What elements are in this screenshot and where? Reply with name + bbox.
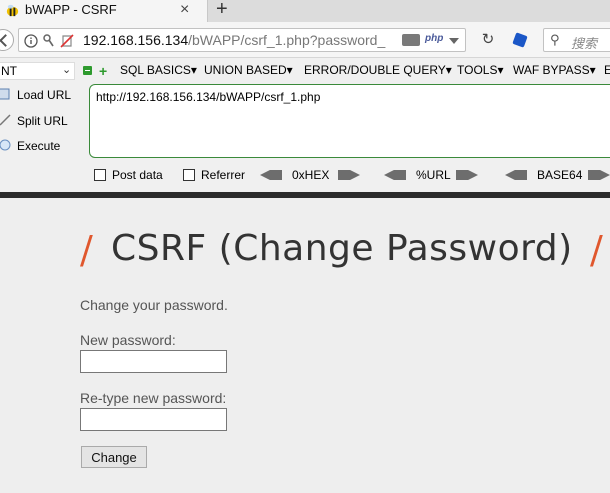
- tab-close-icon[interactable]: ×: [180, 1, 189, 19]
- checkbox-box[interactable]: [94, 169, 106, 181]
- load-url-button[interactable]: Load URL: [0, 87, 71, 102]
- post-data-label: Post data: [112, 168, 163, 182]
- menu-sql-basics[interactable]: SQL BASICS▾: [120, 63, 197, 77]
- intro-text: Change your password.: [80, 297, 228, 313]
- extension-icon[interactable]: [512, 32, 528, 48]
- page-content: / CSRF (Change Password) / Change your p…: [0, 198, 610, 493]
- new-password-label: New password:: [80, 332, 176, 348]
- hex-decode-arrow-icon[interactable]: [260, 170, 282, 180]
- hackbar-toolbar: NT ⌄ + SQL BASICS▾ UNION BASED▾ ERROR/DO…: [0, 59, 610, 192]
- menu-waf-bypass[interactable]: WAF BYPASS▾: [513, 63, 596, 77]
- title-slash-left: /: [80, 228, 93, 272]
- tab-title: bWAPP - CSRF: [25, 2, 117, 17]
- address-bar[interactable]: 192.168.156.134/bWAPP/csrf_1.php?passwor…: [18, 28, 466, 52]
- retype-password-field[interactable]: [80, 408, 227, 431]
- new-password-field[interactable]: [80, 350, 227, 373]
- title-slash-right: /: [590, 228, 603, 272]
- page-title: CSRF (Change Password): [111, 228, 573, 269]
- address-host: 192.168.156.134: [83, 32, 189, 48]
- select-value: NT: [1, 64, 17, 78]
- bee-icon: [6, 4, 19, 17]
- execute-label: Execute: [17, 139, 61, 153]
- page-icon[interactable]: [402, 34, 420, 46]
- search-placeholder: 搜索: [571, 36, 598, 51]
- referrer-checkbox[interactable]: Referrer: [183, 168, 245, 182]
- execute-icon: [0, 139, 11, 151]
- hex-label: 0xHEX: [292, 168, 330, 182]
- site-info-icon[interactable]: [23, 32, 83, 50]
- address-path: /bWAPP/csrf_1.php?password_: [188, 32, 386, 48]
- hex-encode-arrow-icon[interactable]: [338, 170, 360, 180]
- split-url-label: Split URL: [17, 114, 68, 128]
- encoding-select[interactable]: NT ⌄: [0, 62, 75, 80]
- tab-bwapp-csrf[interactable]: bWAPP - CSRF ×: [0, 0, 208, 22]
- reload-button[interactable]: ↻: [476, 28, 500, 52]
- hackbar-url-value: http://192.168.156.134/bWAPP/csrf_1.php: [96, 90, 321, 104]
- minus-icon[interactable]: [83, 66, 92, 75]
- url-label: %URL: [416, 168, 451, 182]
- back-button[interactable]: [0, 29, 14, 51]
- navigation-bar: 192.168.156.134/bWAPP/csrf_1.php?passwor…: [0, 22, 610, 58]
- execute-button[interactable]: Execute: [0, 138, 60, 153]
- base64-label: BASE64: [537, 168, 583, 182]
- menu-tools[interactable]: TOOLS▾: [457, 63, 503, 77]
- menu-union-based[interactable]: UNION BASED▾: [204, 63, 293, 77]
- plus-icon[interactable]: +: [99, 63, 107, 79]
- load-url-label: Load URL: [17, 88, 72, 102]
- chevron-down-icon: ⌄: [62, 64, 72, 76]
- menu-error-double-query[interactable]: ERROR/DOUBLE QUERY▾: [304, 63, 452, 77]
- url-decode-arrow-icon[interactable]: [384, 170, 406, 180]
- search-input[interactable]: ⚲ 搜索: [543, 28, 610, 52]
- load-url-icon: [0, 88, 10, 100]
- referrer-label: Referrer: [201, 168, 246, 182]
- php-icon[interactable]: php: [425, 33, 443, 44]
- dropdown-icon[interactable]: [449, 38, 459, 44]
- post-data-checkbox[interactable]: Post data: [94, 168, 163, 182]
- split-url-icon: [0, 114, 11, 126]
- address-text: 192.168.156.134/bWAPP/csrf_1.php?passwor…: [83, 32, 385, 48]
- base64-decode-arrow-icon[interactable]: [505, 170, 527, 180]
- search-icon: ⚲: [550, 32, 560, 47]
- base64-encode-arrow-icon[interactable]: [588, 170, 610, 180]
- retype-password-label: Re-type new password:: [80, 390, 227, 406]
- change-button[interactable]: Change: [81, 446, 147, 468]
- hackbar-url-textarea[interactable]: http://192.168.156.134/bWAPP/csrf_1.php: [89, 84, 610, 158]
- menu-more[interactable]: E: [604, 63, 610, 77]
- checkbox-box[interactable]: [183, 169, 195, 181]
- tab-strip: bWAPP - CSRF × +: [0, 0, 610, 22]
- new-tab-button[interactable]: +: [216, 0, 228, 21]
- split-url-button[interactable]: Split URL: [0, 113, 68, 128]
- url-encode-arrow-icon[interactable]: [456, 170, 478, 180]
